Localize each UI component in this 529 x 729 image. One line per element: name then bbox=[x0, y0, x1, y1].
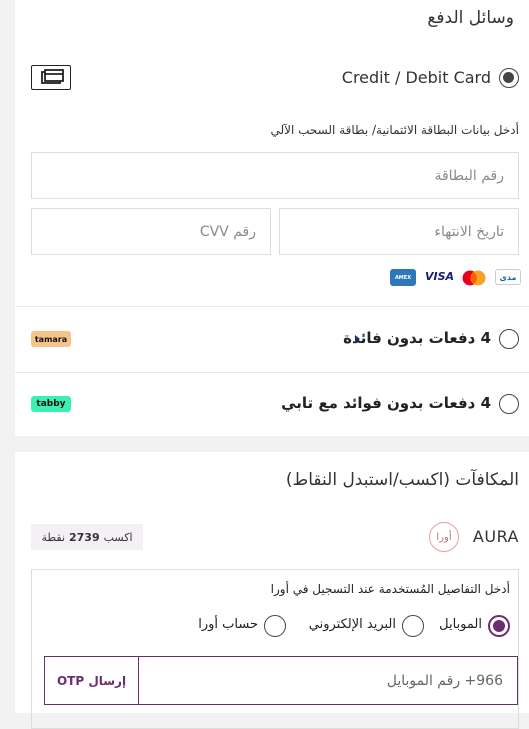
aura-label: AURA bbox=[472, 527, 519, 546]
earn-points-badge: اكسب 2739 نقطة bbox=[31, 524, 143, 550]
expiry-date-input[interactable]: تاريخ الانتهاء bbox=[279, 208, 519, 255]
method-email-label: البريد الإلكتروني bbox=[308, 617, 396, 632]
aura-details-hint: أدخل التفاصيل المُستخدمة عند التسجيل في … bbox=[270, 582, 510, 596]
visa-logo-icon: VISA bbox=[425, 270, 455, 283]
tamara-label: 4 دفعات بدون فائدة bbox=[343, 329, 491, 347]
payment-methods-section: وسائل الدفع Credit / Debit Card أدخل بيا… bbox=[15, 0, 529, 436]
credit-card-label: Credit / Debit Card bbox=[341, 68, 491, 87]
tabby-option[interactable]: 4 دفعات بدون فوائد مع تابي tabby bbox=[15, 387, 529, 421]
tamara-radio[interactable] bbox=[499, 329, 519, 349]
earn-prefix: اكسب bbox=[103, 530, 133, 544]
expiry-placeholder: تاريخ الانتهاء bbox=[434, 223, 504, 240]
aura-circle-icon: أورا bbox=[429, 522, 459, 552]
rewards-section: المكافآت (اكسب/استبدل النقاط) AURA أورا … bbox=[15, 452, 529, 729]
aura-details-box: أدخل التفاصيل المُستخدمة عند التسجيل في … bbox=[31, 569, 519, 729]
tamara-badge: tamara bbox=[31, 331, 71, 347]
method-email-option[interactable]: البريد الإلكتروني bbox=[289, 614, 424, 638]
tamara-option[interactable]: 4 دفعات بدون فائدة tamara bbox=[15, 322, 529, 356]
method-aura-account-label: حساب أورا bbox=[198, 617, 258, 632]
method-mobile-option[interactable]: الموبايل bbox=[425, 614, 510, 638]
amex-logo-icon: AMEX bbox=[390, 269, 416, 286]
divider bbox=[15, 306, 529, 307]
method-email-radio[interactable] bbox=[402, 615, 424, 637]
payment-title: وسائل الدفع bbox=[427, 8, 514, 28]
divider bbox=[15, 372, 529, 373]
aura-method-group: الموبايل البريد الإلكتروني bbox=[250, 614, 510, 640]
mobile-otp-row: 966+ رقم الموبايل إرسال OTP bbox=[44, 656, 518, 705]
card-icon bbox=[31, 65, 71, 90]
credit-card-option[interactable]: Credit / Debit Card bbox=[15, 60, 529, 96]
card-brands: مدى VISA AMEX bbox=[390, 268, 522, 288]
send-otp-button[interactable]: إرسال OTP bbox=[45, 657, 139, 704]
mobile-number-input[interactable]: 966+ رقم الموبايل bbox=[140, 657, 517, 704]
method-aura-account-option[interactable]: حساب أورا bbox=[180, 615, 286, 639]
cvv-input[interactable]: رقم CVV bbox=[31, 208, 271, 255]
credit-card-radio[interactable] bbox=[499, 68, 519, 88]
tabby-radio[interactable] bbox=[499, 394, 519, 414]
mastercard-logo-icon bbox=[460, 269, 488, 287]
method-mobile-radio[interactable] bbox=[488, 615, 510, 637]
info-triangle-icon[interactable] bbox=[355, 335, 360, 343]
rewards-title: المكافآت (اكسب/استبدل النقاط) bbox=[285, 470, 519, 490]
send-otp-label: إرسال OTP bbox=[56, 673, 127, 688]
mada-logo-icon: مدى bbox=[495, 269, 521, 285]
aura-logo: AURA أورا bbox=[429, 522, 519, 552]
earn-suffix: نقطة bbox=[41, 530, 65, 544]
earn-points: 2739 bbox=[69, 530, 100, 544]
mobile-placeholder: 966+ رقم الموبايل bbox=[386, 672, 503, 689]
tabby-badge: tabby bbox=[31, 396, 71, 412]
method-aura-account-radio[interactable] bbox=[264, 615, 286, 637]
method-mobile-label: الموبايل bbox=[439, 617, 482, 632]
card-number-input[interactable]: رقم البطاقة bbox=[31, 152, 519, 199]
tabby-label: 4 دفعات بدون فوائد مع تابي bbox=[281, 394, 491, 412]
cvv-placeholder: رقم CVV bbox=[199, 223, 256, 240]
card-number-placeholder: رقم البطاقة bbox=[434, 167, 504, 184]
card-details-hint: أدخل بيانات البطاقة الائتمانية/ بطاقة ال… bbox=[270, 123, 519, 137]
